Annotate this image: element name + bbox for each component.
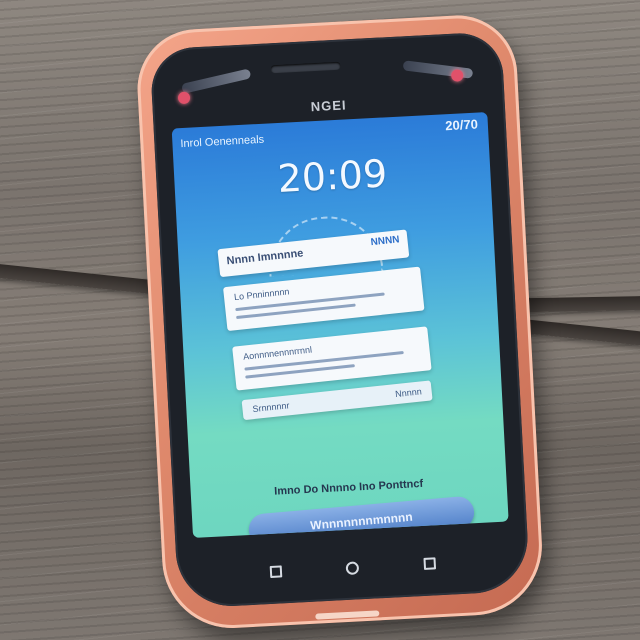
home-button[interactable] — [344, 559, 361, 576]
clock: 20:09 — [276, 151, 389, 202]
phone-case: NGEI Inrol Oenenneals 20/70 20:09 Nnnn I… — [134, 12, 546, 632]
navigation-bar — [176, 544, 529, 590]
front-camera-right — [450, 69, 464, 82]
card-title: Nnnn Imnnnne — [226, 247, 304, 268]
card-right: Nnnnn — [394, 386, 423, 400]
recent-apps-button[interactable] — [422, 555, 439, 572]
home-icon — [346, 560, 360, 575]
front-sensor-left — [180, 68, 252, 94]
card-meta: NNNN — [370, 234, 400, 249]
smartphone: NGEI Inrol Oenenneals 20/70 20:09 Nnnn I… — [134, 12, 546, 632]
notification-card[interactable]: Aonnnnennnrrnnl — [232, 326, 432, 391]
front-camera-left — [177, 91, 191, 105]
notification-card[interactable]: Lo Pnninnnnn — [223, 266, 425, 332]
phone-screen[interactable]: Inrol Oenenneals 20/70 20:09 Nnnn Imnnnn… — [171, 112, 509, 538]
action-button[interactable]: Wnnnnnnnmnnnn — [247, 495, 476, 538]
recent-apps-icon — [423, 557, 437, 570]
earpiece — [270, 61, 341, 74]
back-icon — [269, 565, 282, 579]
status-indicators: 20/70 — [444, 116, 479, 134]
wooden-table-scene: NGEI Inrol Oenenneals 20/70 20:09 Nnnn I… — [0, 0, 640, 640]
status-carrier: Inrol Oenenneals — [180, 133, 265, 151]
back-button[interactable] — [267, 563, 284, 580]
card-text: Srnnnnnr — [252, 400, 290, 415]
card-text: Lo Pnninnnnn — [233, 286, 290, 303]
bottom-speaker-grille — [315, 610, 380, 620]
card-text: Aonnnnennnrrnnl — [242, 344, 313, 362]
phone-front: NGEI Inrol Oenenneals 20/70 20:09 Nnnn I… — [149, 31, 531, 609]
